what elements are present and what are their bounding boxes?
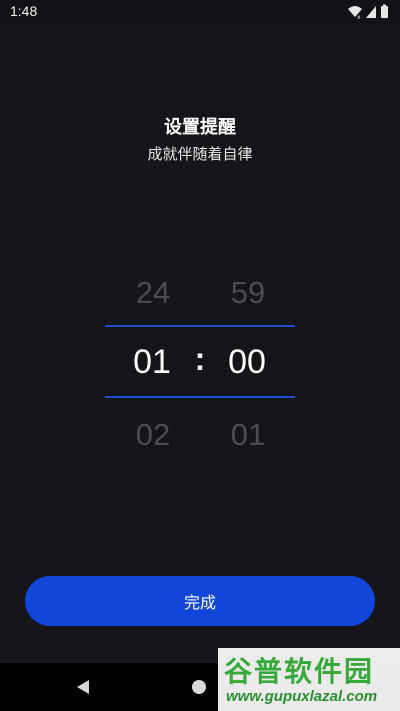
battery-icon <box>381 4 388 18</box>
home-icon[interactable] <box>192 680 206 694</box>
watermark-name: 谷普软件园 <box>224 655 375 688</box>
status-time: 1:48 <box>10 3 38 19</box>
page-subtitle: 成就伴随着自律 <box>147 145 253 163</box>
page-title: 设置提醒 <box>164 117 236 138</box>
wifi-icon: x <box>348 6 362 20</box>
hour-above[interactable]: 24 <box>113 275 193 311</box>
minute-above[interactable]: 59 <box>208 275 288 311</box>
selection-top-line <box>105 325 295 327</box>
minute-below[interactable]: 01 <box>208 417 288 453</box>
back-icon[interactable] <box>75 679 91 695</box>
status-icons: x <box>348 4 388 20</box>
hour-below[interactable]: 02 <box>113 417 193 453</box>
minute-selected[interactable]: 00 <box>207 343 287 382</box>
hour-selected[interactable]: 01 <box>112 343 192 382</box>
signal-icon <box>366 6 376 18</box>
status-bar: 1:48 x <box>0 0 400 24</box>
svg-text:x: x <box>357 14 361 20</box>
done-button[interactable]: 完成 <box>25 576 375 626</box>
watermark-url: www.gupuxlazal.com <box>226 688 378 705</box>
watermark-logo: 谷普软件园 www.gupuxlazal.com <box>218 648 400 711</box>
selection-bottom-line <box>105 396 295 398</box>
